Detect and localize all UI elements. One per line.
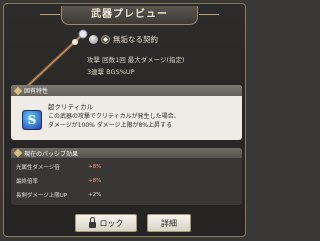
weapon-type-icon: ◆: [101, 35, 110, 44]
lock-button[interactable]: ロック: [75, 214, 137, 232]
ability-s-icon: S: [22, 110, 42, 130]
passive-value: +2%: [88, 192, 102, 198]
weapon-stat-line-2: 3連撃 BGS%UP: [87, 68, 135, 76]
passive-row: 光属性ダメージ倍 +8%: [16, 161, 237, 173]
weapon-name: 無垢なる契約: [113, 35, 158, 44]
lock-icon: [88, 216, 96, 228]
ability-name: 超クリティカル: [48, 103, 94, 111]
passive-header: 現在のパッシブ効果: [11, 148, 242, 158]
ability-description: この武器の攻撃でクリティカルが発生した場合、 ダメージが100% ダメージ上限が…: [48, 113, 180, 129]
ability-header: 固有特性: [11, 85, 242, 96]
detail-button[interactable]: 詳細: [147, 214, 191, 232]
ability-header-label: 固有特性: [24, 88, 49, 95]
passive-label: 最終倍率: [16, 179, 39, 185]
passive-header-label: 現在のパッシブ効果: [24, 150, 79, 158]
detail-button-label: 詳細: [161, 218, 177, 228]
diamond-icon: [13, 86, 23, 95]
passive-label: 長剣ダメージ上限UP: [16, 193, 68, 199]
light-element-icon: [89, 35, 98, 44]
weapon-name-row: ◆ 無垢なる契約: [89, 34, 158, 45]
diamond-icon: [13, 148, 23, 158]
passive-row: 長剣ダメージ上限UP +2%: [16, 189, 237, 201]
passive-value: +8%: [88, 164, 102, 170]
passive-label: 光属性ダメージ倍: [16, 165, 60, 171]
passive-value: +8%: [88, 178, 102, 184]
passive-panel: 現在のパッシブ効果 光属性ダメージ倍 +8% 最終倍率 +8% 長剣ダメージ上限…: [11, 148, 242, 205]
passive-row: 最終倍率 +8%: [16, 175, 237, 187]
weapon-preview-dialog: 武器プレビュー ◆ 無垢なる契約 攻撃 回数1回 最大ダメージ(指定) 3連撃 …: [3, 3, 246, 237]
ability-panel: 固有特性 S 超クリティカル この武器の攻撃でクリティカルが発生した場合、 ダメ…: [11, 85, 242, 140]
lock-button-label: ロック: [99, 218, 124, 228]
dialog-title: 武器プレビュー: [40, 6, 219, 25]
weapon-stat-line-1: 攻撃 回数1回 最大ダメージ(指定): [87, 56, 185, 64]
